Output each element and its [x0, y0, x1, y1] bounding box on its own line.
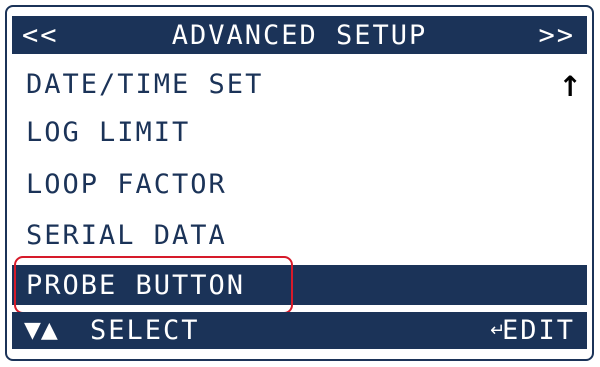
menu-item-log-limit[interactable]: LOG LIMIT [12, 112, 587, 152]
title-bar: << ADVANCED SETUP >> [12, 16, 587, 54]
page-title: ADVANCED SETUP [171, 19, 428, 51]
select-label: SELECT [90, 315, 200, 346]
scroll-up-arrow-icon: ↑ [558, 70, 582, 103]
menu-item-label: DATE/TIME SET [26, 68, 264, 100]
down-up-arrows-icon[interactable]: ▼▲ [24, 318, 58, 343]
menu-item-label: SERIAL DATA [26, 219, 227, 251]
menu-item-label: LOG LIMIT [26, 116, 191, 148]
footer-bar: ▼▲ SELECT ↵ EDIT [12, 312, 587, 349]
selection-highlight-box [14, 256, 293, 314]
next-page-button[interactable]: >> [538, 20, 575, 51]
menu-item-loop-factor[interactable]: LOOP FACTOR [12, 164, 587, 204]
menu-item-serial-data[interactable]: SERIAL DATA [12, 215, 587, 255]
menu-item-label: LOOP FACTOR [26, 168, 227, 200]
edit-button[interactable]: EDIT [502, 315, 575, 346]
menu-item-date-time-set[interactable]: DATE/TIME SET [12, 64, 587, 104]
